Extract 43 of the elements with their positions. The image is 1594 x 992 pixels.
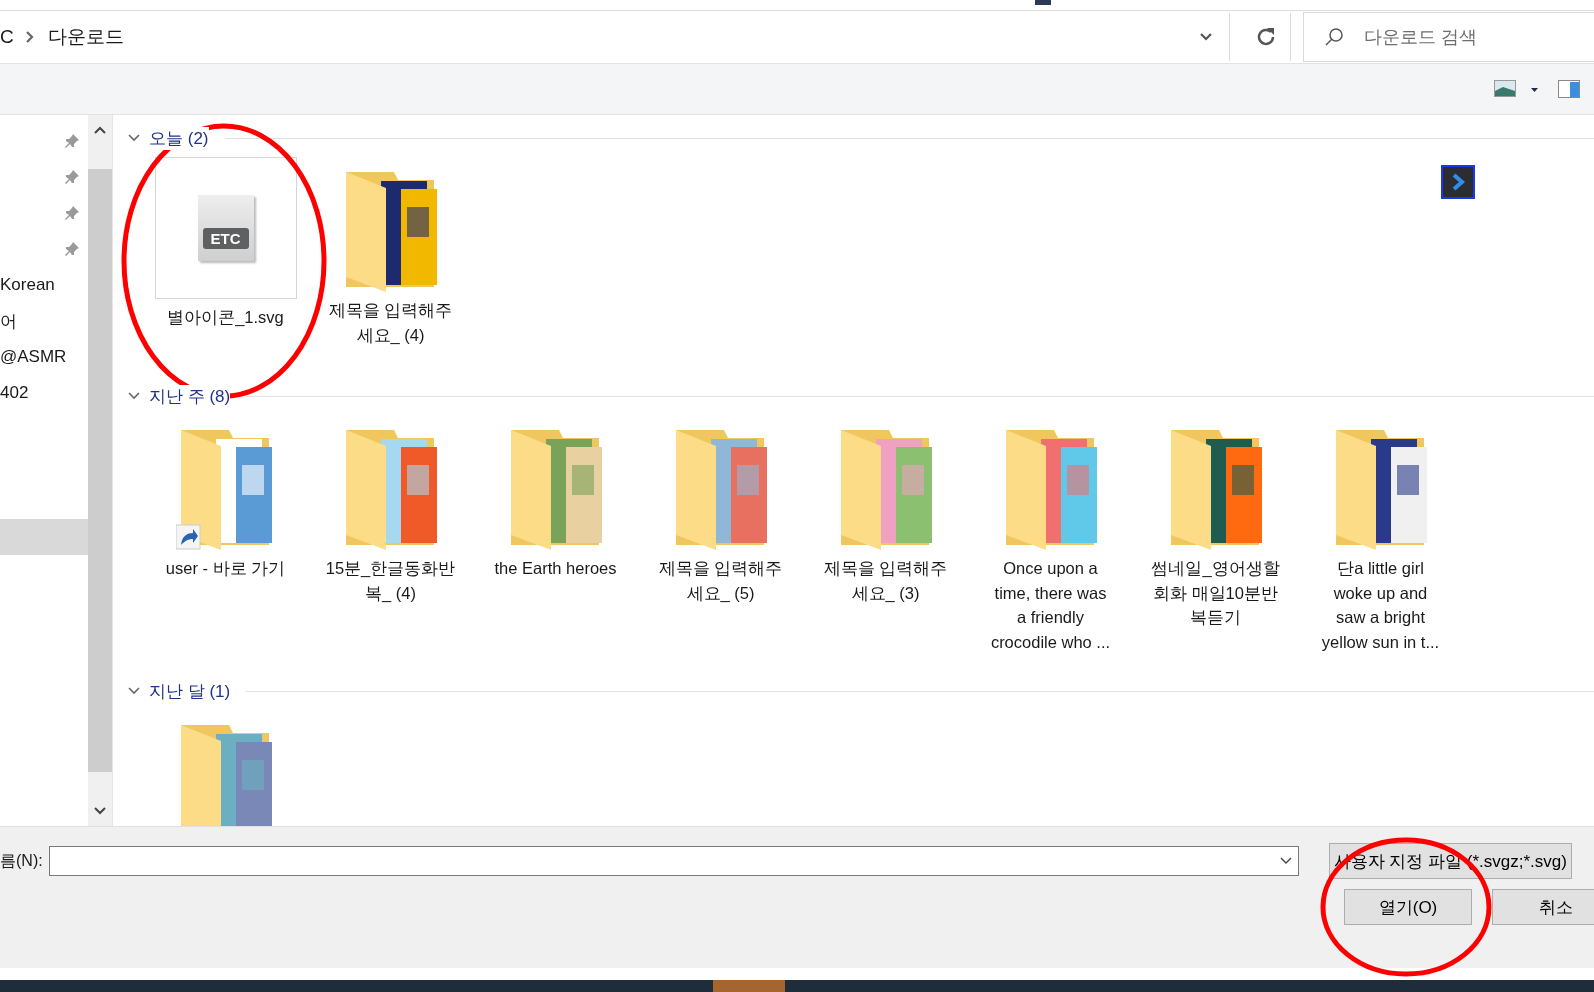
file-name[interactable]: 별아이콘_1.svg [167,305,284,330]
file-name[interactable]: 제목을 입력해주 세요_ (5) [658,556,783,605]
dropdown-chevron-icon[interactable] [1279,857,1292,865]
group-header[interactable]: 지난 주 (8) [149,384,231,408]
next-arrow-button[interactable] [1441,165,1475,199]
collapse-chevron-icon[interactable] [127,391,141,401]
dropdown-chevron-icon[interactable] [1199,32,1213,42]
dialog-button[interactable]: 취소 [1492,889,1594,925]
dialog-button[interactable]: 열기(O) [1344,889,1472,925]
search-icon [1324,27,1344,47]
file-name[interactable]: 썸네일_영어생할 회화 매일10분반 복듣기 [1151,556,1280,630]
file-name[interactable]: Once upon a time, there was a friendly crocodile who ... [990,556,1111,654]
collapse-chevron-icon[interactable] [127,686,141,696]
sidebar-item[interactable]: Korean [0,275,55,295]
search-field[interactable]: 다운로드 검색 [1303,12,1594,62]
view-options-icon[interactable] [1494,80,1540,98]
breadcrumb-item[interactable]: C [0,26,14,48]
file-thumbnail[interactable]: ETC [154,157,297,299]
address-bar[interactable]: C 다운로드 [0,13,1230,61]
refresh-icon [1256,27,1276,47]
pin-icon[interactable] [64,169,80,185]
file-name[interactable]: 단a little girl woke up and saw a bright yellow sun in t... [1321,556,1440,654]
pin-icon[interactable] [64,205,80,221]
search-input[interactable]: 다운로드 검색 [1362,25,1566,49]
chevron-right-icon [23,30,36,44]
sidebar-item[interactable]: 402 [0,383,29,403]
file-name-label: 름(N): [0,850,43,871]
file-name[interactable]: 15분_한글동화반 복_ (4) [325,556,456,605]
file-type-label: ETC [202,227,249,249]
file-name[interactable]: the Earth heroes [494,556,617,581]
file-name[interactable]: 제목을 입력해주 세요_ (3) [823,556,948,605]
file-name[interactable]: user - 바로 가기 [165,556,286,581]
pin-icon[interactable] [64,241,80,257]
collapse-chevron-icon[interactable] [127,133,141,143]
pin-icon[interactable] [64,133,80,149]
sidebar-item[interactable]: @ASMR [0,347,67,367]
chevron-right-icon [1450,172,1466,192]
file-name[interactable]: 제목을 입력해주 세요_ (4) [328,298,453,347]
sidebar-item[interactable]: 어 [0,309,17,333]
window-edge-marker [1035,0,1051,5]
group-header[interactable]: 오늘 (2) [149,126,209,150]
breadcrumb-item[interactable]: 다운로드 [47,24,124,50]
preview-pane-icon[interactable] [1558,80,1580,98]
